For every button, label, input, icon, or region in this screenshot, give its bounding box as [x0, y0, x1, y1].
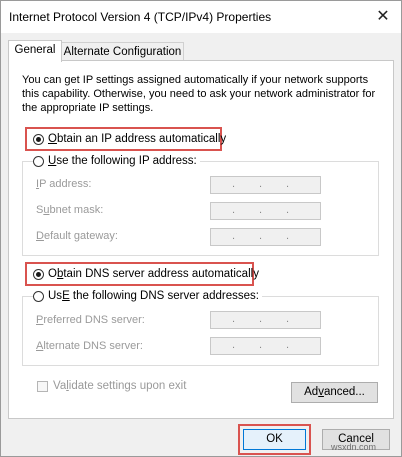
- radio-button[interactable]: [33, 155, 44, 167]
- alternate-dns-label: Alternate DNS server:: [36, 340, 143, 352]
- alternate-dns-field[interactable]: ...: [210, 337, 321, 355]
- watermark-text: wsxdn.com: [331, 442, 377, 452]
- radio-label: UsE the following DNS server addresses:: [48, 290, 259, 302]
- radio-use-following-dns[interactable]: UsE the following DNS server addresses:: [33, 290, 262, 302]
- subnet-mask-field[interactable]: ...: [210, 202, 321, 220]
- radio-label: Obtain DNS server address automatically: [48, 268, 259, 280]
- radio-button[interactable]: [33, 290, 44, 302]
- default-gateway-label: Default gateway:: [36, 230, 118, 242]
- radio-obtain-ip-auto[interactable]: Obtain an IP address automatically: [33, 133, 226, 145]
- radio-obtain-dns-auto[interactable]: Obtain DNS server address automatically: [33, 268, 259, 280]
- checkbox-box[interactable]: [37, 380, 48, 392]
- description-text: You can get IP settings assigned automat…: [22, 74, 376, 114]
- ip-address-label: IP address:: [36, 178, 92, 190]
- advanced-button[interactable]: Advanced...: [291, 382, 378, 403]
- default-gateway-field[interactable]: ...: [210, 228, 321, 246]
- radio-label: Use the following IP address:: [48, 155, 197, 167]
- radio-button-selected[interactable]: [33, 133, 44, 145]
- subnet-mask-label: Subnet mask:: [36, 204, 104, 216]
- title-bar: Internet Protocol Version 4 (TCP/IPv4) P…: [1, 1, 401, 33]
- ip-address-field[interactable]: ...: [210, 176, 321, 194]
- dns-manual-group: [22, 296, 379, 366]
- radio-label: Obtain an IP address automatically: [48, 133, 227, 145]
- window-title: Internet Protocol Version 4 (TCP/IPv4) P…: [9, 10, 272, 24]
- checkbox-label: Validate settings upon exit: [53, 380, 187, 392]
- preferred-dns-label: Preferred DNS server:: [36, 314, 145, 326]
- radio-button-selected[interactable]: [33, 268, 44, 280]
- close-icon[interactable]: ✕: [369, 6, 397, 28]
- ok-button[interactable]: OK: [243, 429, 306, 450]
- tab-general[interactable]: General: [8, 40, 62, 62]
- radio-use-following-ip[interactable]: Use the following IP address:: [33, 155, 200, 167]
- validate-settings-checkbox[interactable]: Validate settings upon exit: [37, 380, 186, 392]
- preferred-dns-field[interactable]: ...: [210, 311, 321, 329]
